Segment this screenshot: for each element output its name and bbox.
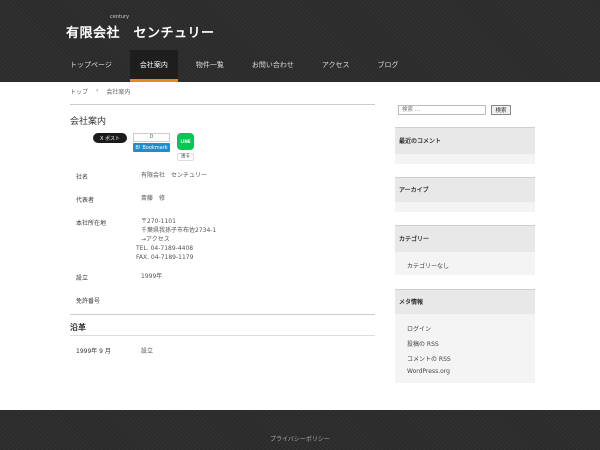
breadcrumb-separator: › xyxy=(96,87,99,94)
info-label-company-name: 社名 xyxy=(76,174,89,181)
breadcrumb: トップ › 会社案内 xyxy=(70,87,130,96)
history-heading-rule xyxy=(70,335,375,336)
site-footer xyxy=(0,410,600,450)
site-header: century 有限会社 センチュリー トップページ 会社案内 物件一覧 お問い… xyxy=(0,0,600,82)
nav-item-blog[interactable]: ブログ xyxy=(368,50,409,82)
info-label-license: 免許番号 xyxy=(76,298,101,305)
nav-item-company[interactable]: 会社案内 xyxy=(129,50,178,82)
info-label-representative: 代表者 xyxy=(76,197,95,204)
widget-meta-title: メタ情報 xyxy=(395,289,535,314)
no-categories-text: カテゴリーなし xyxy=(407,263,450,270)
nav-item-contact[interactable]: お問い合わせ xyxy=(242,50,304,82)
nav-item-access[interactable]: アクセス xyxy=(312,50,360,82)
breadcrumb-home[interactable]: トップ xyxy=(70,87,88,96)
line-icon[interactable]: LINE xyxy=(177,133,194,150)
history-divider xyxy=(70,314,375,315)
nav-item-properties[interactable]: 物件一覧 xyxy=(186,50,234,82)
hatena-bookmark-button[interactable]: B! Bookmark xyxy=(133,143,170,152)
privacy-policy-link[interactable]: プライバシーポリシー xyxy=(0,434,600,443)
widget-recent-comments-title: 最近のコメント xyxy=(395,127,535,154)
widget-categories-title: カテゴリー xyxy=(395,225,535,252)
access-link[interactable]: →アクセス xyxy=(141,235,170,244)
meta-link-comments-rss[interactable]: コメントの RSS xyxy=(407,354,451,363)
widget-recent-comments-body xyxy=(395,154,535,164)
widget-archives-title: アーカイブ xyxy=(395,177,535,202)
meta-link-posts-rss[interactable]: 投稿の RSS xyxy=(407,339,439,348)
history-event: 設立 xyxy=(141,348,154,355)
info-value-postal: 〒270-1101 xyxy=(141,218,176,225)
history-date: 1999年 9 月 xyxy=(76,348,111,355)
info-label-established: 設立 xyxy=(76,275,89,282)
page-title: 会社案内 xyxy=(70,117,107,127)
info-value-established: 1999年 xyxy=(141,273,163,280)
history-heading: 沿革 xyxy=(70,323,86,332)
info-value-fax: FAX. 04-7189-1179 xyxy=(136,254,194,261)
line-send-button[interactable]: 送る xyxy=(177,153,194,161)
tweet-button[interactable]: X ポスト xyxy=(93,133,127,143)
nav-item-top[interactable]: トップページ xyxy=(60,50,122,82)
meta-link-login[interactable]: ログイン xyxy=(407,324,431,333)
info-label-address: 本社所在地 xyxy=(76,220,107,227)
info-value-address: 千葉県我孫子市布佐2734-1 xyxy=(141,227,217,234)
info-value-representative: 斎藤 修 xyxy=(141,195,166,202)
breadcrumb-current: 会社案内 xyxy=(106,89,131,96)
info-value-company-name: 有限会社 センチュリー xyxy=(141,172,208,179)
info-value-tel: TEL. 04-7189-4408 xyxy=(136,245,194,252)
meta-link-wordpress[interactable]: WordPress.org xyxy=(407,368,450,375)
widget-archives-body xyxy=(395,202,535,212)
search-input[interactable] xyxy=(398,105,486,115)
hatena-count: 0 xyxy=(133,133,170,142)
search-button[interactable]: 検索 xyxy=(491,105,511,115)
title-divider xyxy=(70,104,375,105)
site-subtitle: century xyxy=(110,14,130,20)
site-title[interactable]: 有限会社 センチュリー xyxy=(66,22,215,41)
main-nav: トップページ 会社案内 物件一覧 お問い合わせ アクセス ブログ xyxy=(60,50,417,82)
